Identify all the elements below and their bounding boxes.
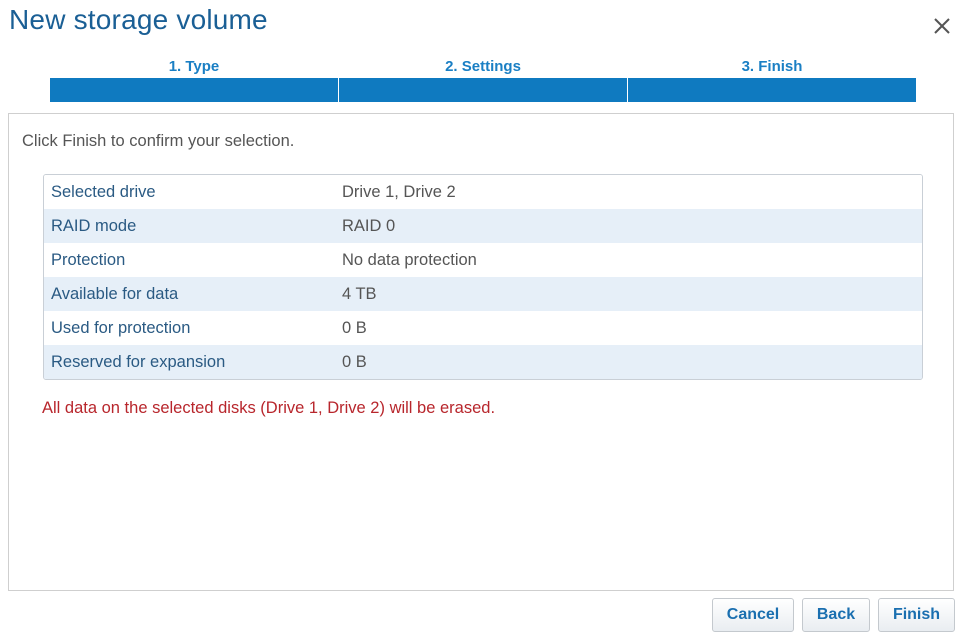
- wizard-step-label: 3. Finish: [741, 58, 803, 75]
- wizard-step-label: 1. Type: [168, 58, 220, 75]
- row-value: 0 B: [342, 352, 367, 371]
- finish-button[interactable]: Finish: [878, 598, 955, 632]
- row-key: Selected drive: [51, 182, 156, 201]
- close-button[interactable]: [928, 12, 956, 40]
- table-row: Reserved for expansion 0 B: [44, 345, 922, 379]
- wizard-step-type: 1. Type: [50, 56, 338, 102]
- content-panel: Click Finish to confirm your selection. …: [8, 113, 954, 591]
- table-row: Selected drive Drive 1, Drive 2: [44, 175, 922, 209]
- row-key: Used for protection: [51, 318, 191, 337]
- wizard-steps: 1. Type 2. Settings 3. Finish: [50, 56, 916, 102]
- row-key: RAID mode: [51, 216, 137, 235]
- summary-table: Selected drive Drive 1, Drive 2 RAID mod…: [43, 174, 923, 380]
- wizard-step-label: 2. Settings: [445, 58, 521, 75]
- dialog-title: New storage volume: [9, 4, 268, 35]
- intro-text: Click Finish to confirm your selection.: [22, 132, 295, 150]
- row-value: RAID 0: [342, 216, 396, 235]
- row-value: 0 B: [342, 318, 367, 337]
- wizard-step-bar: [339, 78, 627, 102]
- row-value: Drive 1, Drive 2: [342, 182, 456, 201]
- close-icon: [934, 18, 950, 34]
- erase-warning: All data on the selected disks (Drive 1,…: [42, 399, 496, 417]
- wizard-step-bar: [628, 78, 916, 102]
- table-row: Protection No data protection: [44, 243, 922, 277]
- row-key: Protection: [51, 250, 126, 269]
- row-key: Reserved for expansion: [51, 352, 226, 371]
- wizard-step-settings: 2. Settings: [339, 56, 627, 102]
- cancel-button[interactable]: Cancel: [712, 598, 794, 632]
- wizard-step-bar: [50, 78, 338, 102]
- new-storage-volume-dialog: New storage volume 1. Type 2. Settings 3…: [0, 0, 960, 637]
- wizard-step-finish: 3. Finish: [628, 56, 916, 102]
- row-value: 4 TB: [342, 284, 377, 303]
- back-button[interactable]: Back: [802, 598, 870, 632]
- row-key: Available for data: [51, 284, 179, 303]
- row-value: No data protection: [342, 250, 477, 269]
- table-row: Used for protection 0 B: [44, 311, 922, 345]
- table-row: Available for data 4 TB: [44, 277, 922, 311]
- table-row: RAID mode RAID 0: [44, 209, 922, 243]
